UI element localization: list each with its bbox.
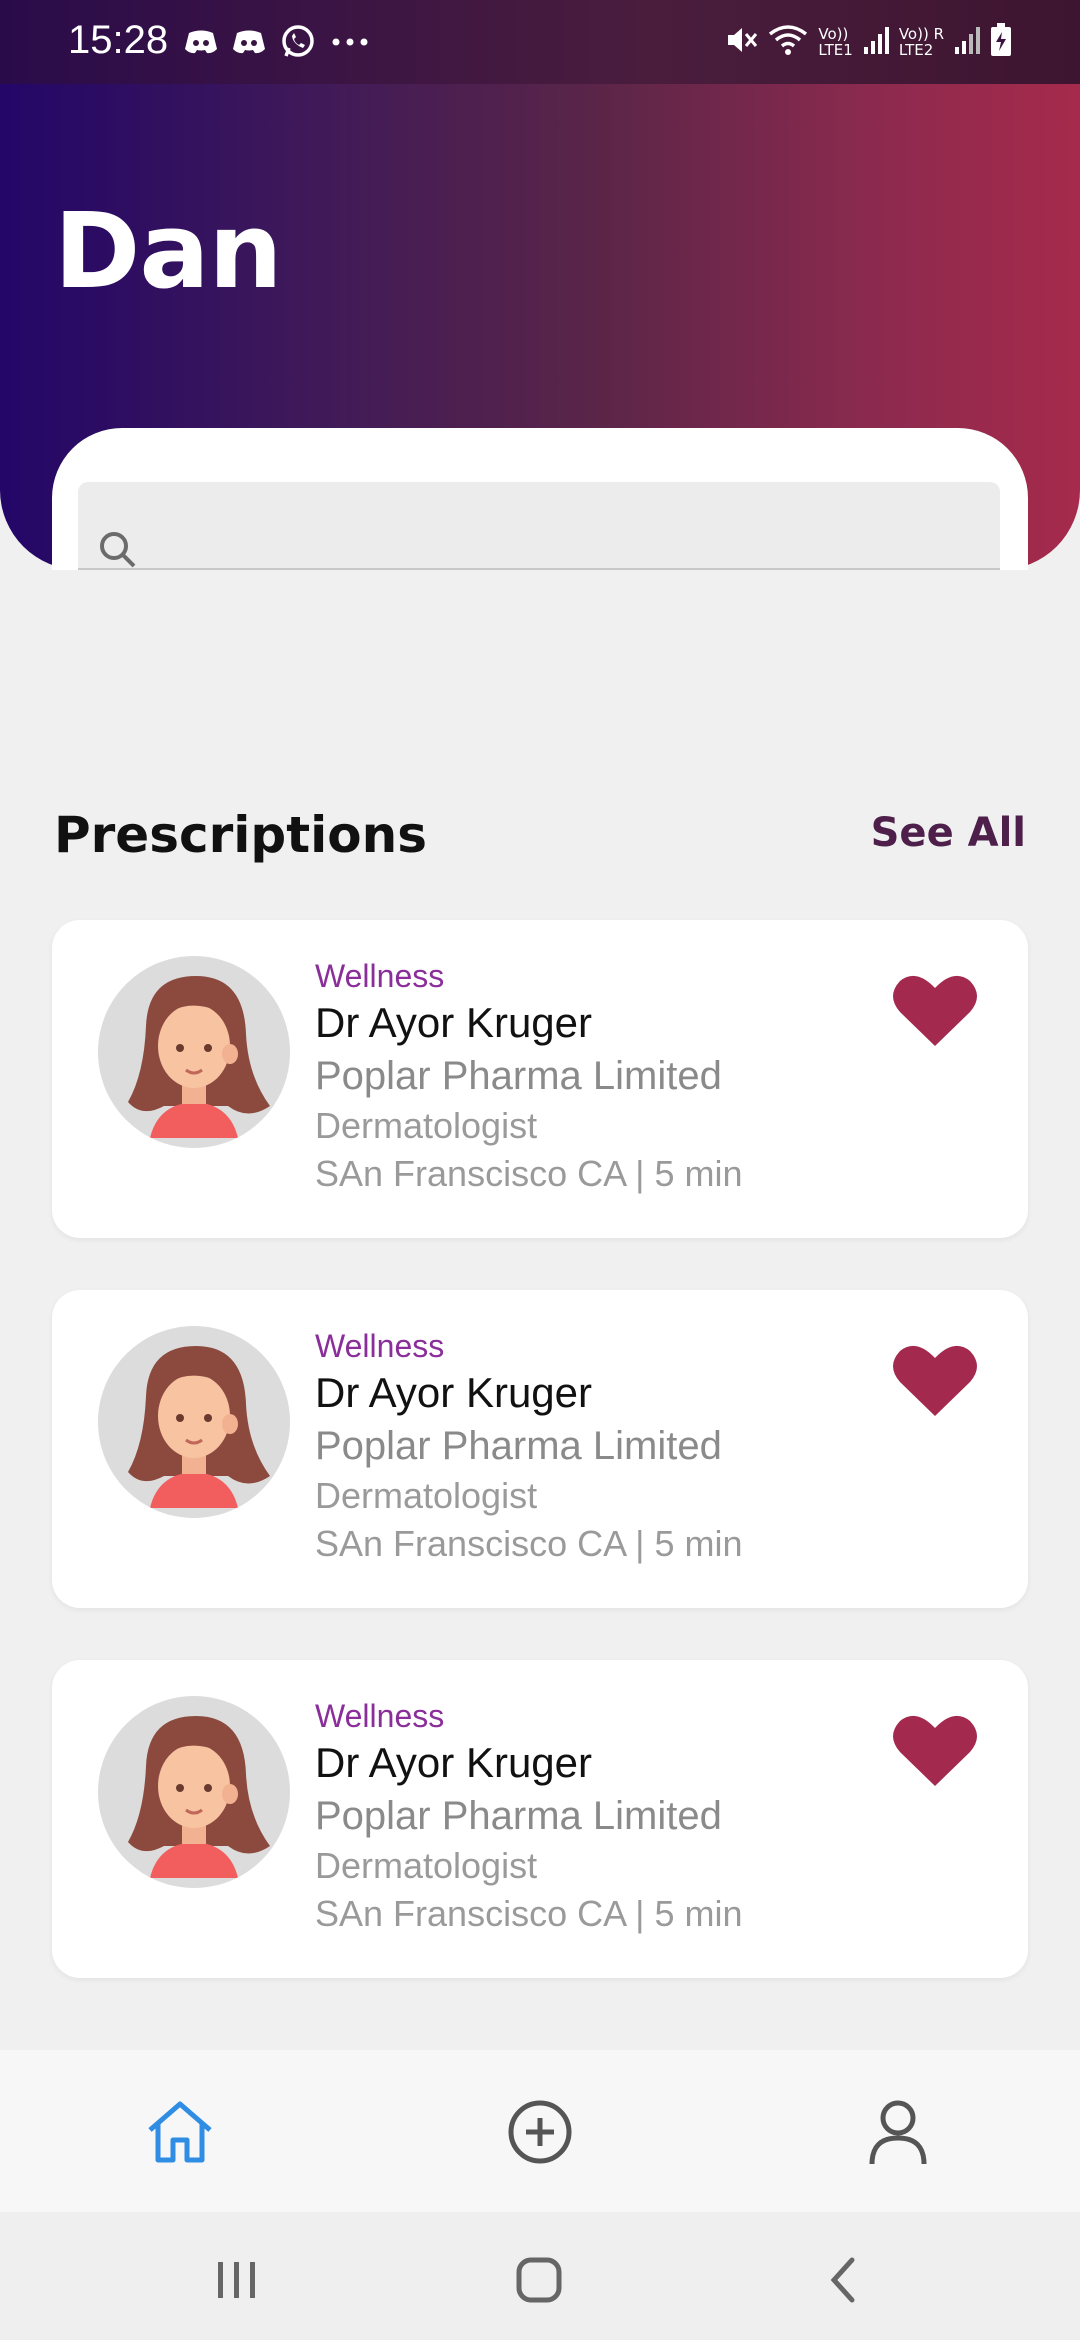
heart-icon[interactable] (892, 1712, 978, 1788)
nav-profile-button[interactable] (862, 2096, 934, 2168)
search-field[interactable] (78, 482, 1000, 570)
doctor-avatar (98, 1326, 290, 1518)
wifi-icon (768, 24, 808, 61)
back-button[interactable] (814, 2252, 874, 2308)
card-category: Wellness (315, 1328, 445, 1364)
location-time: SAn Franscisco CA | 5 min (315, 1523, 743, 1564)
bottom-navigation (0, 2050, 1080, 2212)
notification-icons (184, 22, 370, 62)
recents-icon (218, 2262, 255, 2298)
see-all-link[interactable]: See All (871, 810, 1026, 856)
location-time: SAn Franscisco CA | 5 min (315, 1153, 743, 1194)
mute-icon (724, 23, 758, 62)
nav-add-button[interactable] (504, 2096, 576, 2168)
system-home-button[interactable] (510, 2252, 570, 2308)
home-icon (516, 2257, 562, 2303)
battery-charging-icon (990, 22, 1012, 62)
doctor-name: Dr Ayor Kruger (315, 999, 592, 1046)
doctor-specialty: Dermatologist (315, 1105, 538, 1146)
search-icon (98, 530, 138, 575)
location-time: SAn Franscisco CA | 5 min (315, 1893, 743, 1934)
whatsapp-icon (280, 24, 316, 60)
signal-icon (863, 25, 889, 60)
card-category: Wellness (315, 1698, 445, 1734)
company-name: Poplar Pharma Limited (315, 1424, 722, 1468)
profile-icon (869, 2100, 927, 2165)
nav-home-button[interactable] (144, 2096, 216, 2168)
more-dots-icon (330, 37, 370, 47)
company-name: Poplar Pharma Limited (315, 1054, 722, 1098)
back-icon (830, 2257, 855, 2303)
discord-icon (232, 29, 266, 55)
doctor-specialty: Dermatologist (315, 1475, 538, 1516)
prescriptions-title: Prescriptions (54, 806, 427, 864)
search-input[interactable] (152, 522, 972, 566)
prescription-card[interactable]: Wellness Dr Ayor Kruger Poplar Pharma Li… (52, 920, 1028, 1238)
recents-button[interactable] (206, 2252, 266, 2308)
user-name-title: Dan (54, 190, 283, 312)
doctor-name: Dr Ayor Kruger (315, 1369, 592, 1416)
signal-icon (954, 25, 980, 60)
doctor-specialty: Dermatologist (315, 1845, 538, 1886)
doctor-avatar (98, 1696, 290, 1888)
status-bar: 15:28 Vo)) LTE1 Vo)) R LTE2 (0, 0, 1080, 84)
add-circle-icon (508, 2100, 572, 2164)
company-name: Poplar Pharma Limited (315, 1794, 722, 1838)
heart-icon[interactable] (892, 972, 978, 1048)
home-icon (148, 2101, 212, 2163)
system-navigation-bar (0, 2212, 1080, 2340)
heart-icon[interactable] (892, 1342, 978, 1418)
sim1-network-label: Vo)) LTE1 (818, 25, 853, 59)
search-card (52, 428, 1028, 570)
discord-icon (184, 29, 218, 55)
sim2-network-label: Vo)) R LTE2 (898, 25, 944, 59)
prescription-card[interactable]: Wellness Dr Ayor Kruger Poplar Pharma Li… (52, 1290, 1028, 1608)
system-status-icons: Vo)) LTE1 Vo)) R LTE2 (724, 20, 1012, 64)
prescription-card[interactable]: Wellness Dr Ayor Kruger Poplar Pharma Li… (52, 1660, 1028, 1978)
card-category: Wellness (315, 958, 445, 994)
status-time: 15:28 (68, 18, 169, 62)
doctor-avatar (98, 956, 290, 1148)
doctor-name: Dr Ayor Kruger (315, 1739, 592, 1786)
